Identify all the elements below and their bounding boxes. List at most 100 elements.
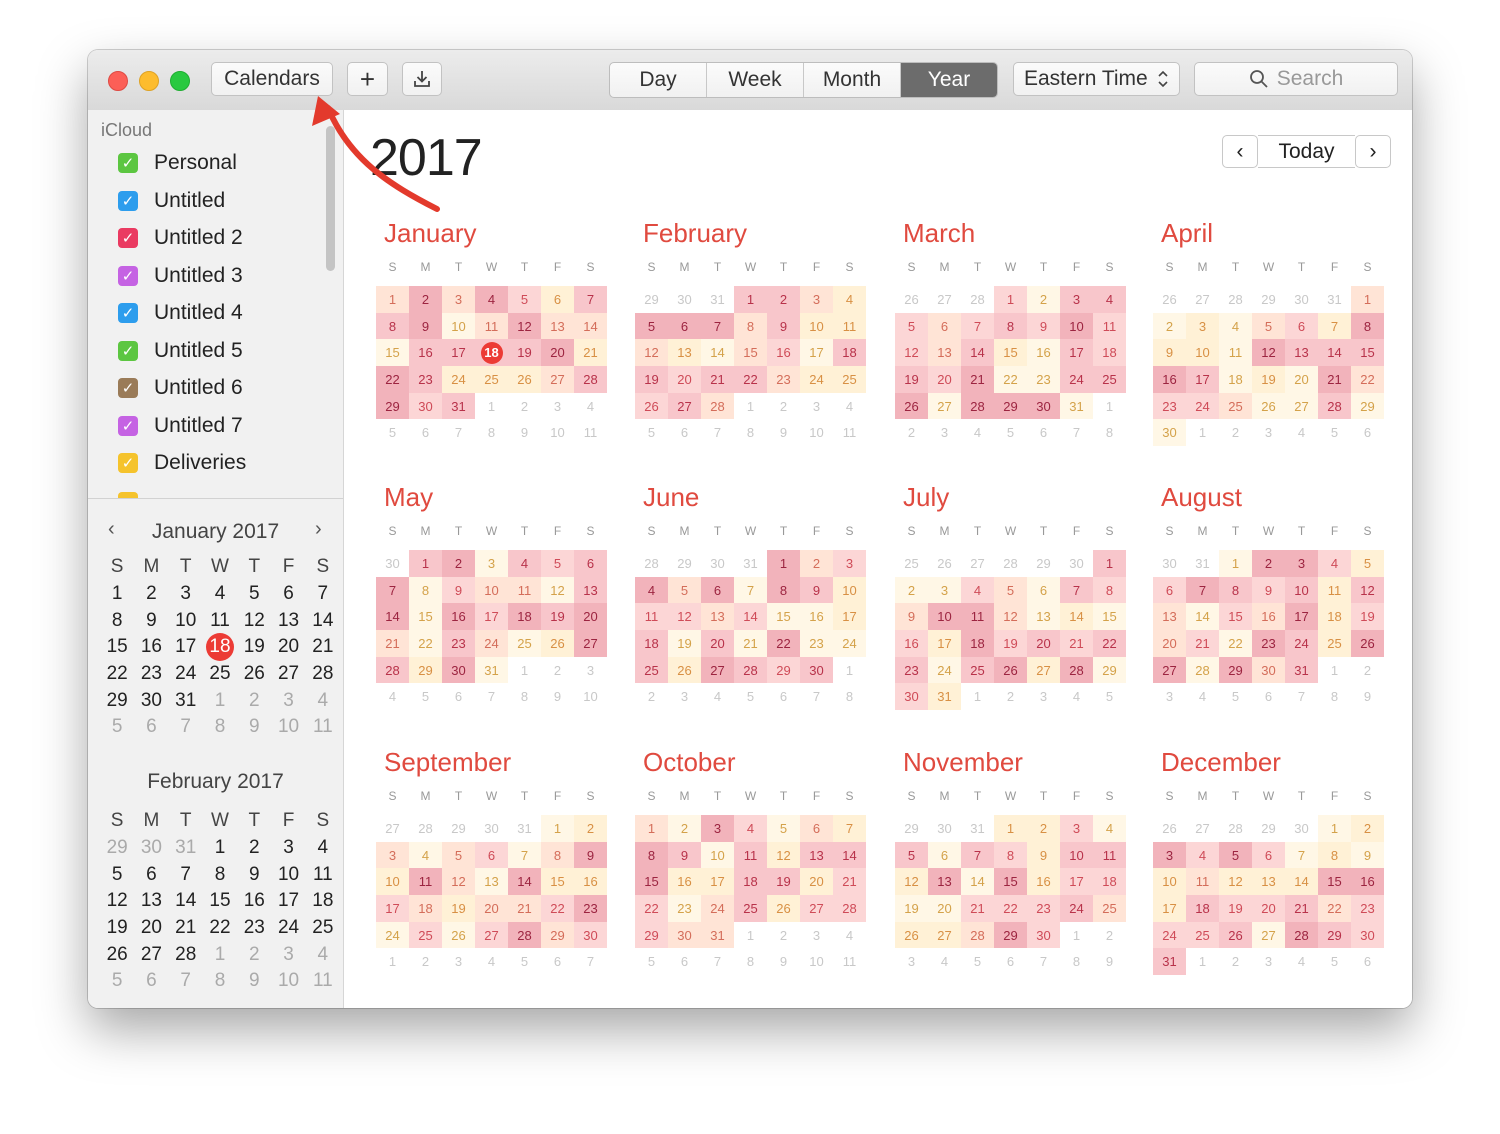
year-day[interactable]: 1 xyxy=(1318,657,1351,684)
mini-day[interactable]: 29 xyxy=(100,690,134,712)
year-day[interactable]: 16 xyxy=(767,339,800,367)
year-day[interactable]: 19 xyxy=(508,339,541,367)
year-day[interactable]: 13 xyxy=(1252,868,1285,896)
year-day[interactable]: 13 xyxy=(1153,603,1186,631)
year-day[interactable]: 23 xyxy=(1252,630,1285,657)
mini-day[interactable]: 18 xyxy=(306,890,340,912)
year-day[interactable]: 2 xyxy=(541,657,574,684)
year-day[interactable]: 23 xyxy=(1027,366,1060,393)
year-day[interactable]: 29 xyxy=(1351,392,1384,420)
month-september[interactable]: September S M T W T F S 27 28 29 30 31 1 2 3 4 5 6 7 8 9 10 11 1… xyxy=(376,747,608,975)
year-day[interactable]: 17 xyxy=(800,339,833,367)
year-day[interactable]: 27 xyxy=(475,921,508,949)
mini-day[interactable]: 4 xyxy=(306,690,340,712)
year-day[interactable]: 3 xyxy=(701,815,734,842)
year-day[interactable]: 5 xyxy=(541,550,574,577)
year-day[interactable]: 1 xyxy=(1186,419,1219,446)
year-day[interactable]: 30 xyxy=(1285,286,1318,313)
year-day[interactable]: 27 xyxy=(928,286,961,313)
year-day[interactable]: 15 xyxy=(409,603,442,631)
year-day[interactable]: 9 xyxy=(1351,841,1384,869)
year-day[interactable]: 29 xyxy=(1252,815,1285,842)
year-day[interactable]: 8 xyxy=(1318,683,1351,710)
year-day[interactable]: 12 xyxy=(541,576,574,604)
year-day[interactable]: 24 xyxy=(475,630,508,657)
mini-day[interactable]: 31 xyxy=(169,690,203,712)
mini-day[interactable]: 4 xyxy=(306,837,340,859)
year-day[interactable]: 8 xyxy=(1093,576,1126,604)
year-day[interactable]: 11 xyxy=(833,419,866,446)
year-day[interactable]: 1 xyxy=(734,922,767,949)
year-day[interactable]: 13 xyxy=(1027,603,1060,631)
year-day[interactable]: 22 xyxy=(409,630,442,657)
year-day[interactable]: 10 xyxy=(475,576,508,604)
add-event-button[interactable]: + xyxy=(347,62,388,96)
year-day[interactable]: 1 xyxy=(734,393,767,420)
year-day[interactable]: 4 xyxy=(833,393,866,420)
year-day[interactable]: 4 xyxy=(1093,286,1126,313)
year-day[interactable]: 26 xyxy=(1153,815,1186,842)
year-day[interactable]: 7 xyxy=(800,683,833,710)
mini-day[interactable]: 10 xyxy=(271,864,305,886)
year-day[interactable]: 26 xyxy=(508,366,541,393)
year-day[interactable]: 4 xyxy=(734,815,767,842)
year-day[interactable]: 23 xyxy=(409,366,442,393)
year-day[interactable]: 6 xyxy=(574,550,607,577)
year-day[interactable]: 13 xyxy=(800,841,833,869)
year-day[interactable]: 29 xyxy=(895,815,928,842)
mini-day[interactable]: 9 xyxy=(237,716,271,738)
year-day[interactable]: 30 xyxy=(701,550,734,577)
year-day[interactable]: 29 xyxy=(409,656,442,684)
mini-day[interactable]: 5 xyxy=(237,583,271,605)
mini-day[interactable]: 3 xyxy=(271,690,305,712)
year-day[interactable]: 1 xyxy=(1060,922,1093,949)
year-day[interactable]: 20 xyxy=(1153,630,1186,657)
year-day[interactable]: 31 xyxy=(701,286,734,313)
year-day[interactable]: 22 xyxy=(376,366,409,393)
year-day[interactable]: 2 xyxy=(1252,550,1285,577)
month-march[interactable]: March S M T W T F S 26 27 28 1 2 3 4 5 6 7 8 9 10 11 12 13 14 15 1… xyxy=(895,218,1127,446)
year-day[interactable]: 28 xyxy=(574,366,607,393)
year-day[interactable]: 6 xyxy=(668,419,701,446)
mini-day[interactable]: 11 xyxy=(306,970,340,992)
year-day[interactable]: 10 xyxy=(376,868,409,896)
year-day[interactable]: 11 xyxy=(475,312,508,340)
year-day[interactable]: 28 xyxy=(994,550,1027,577)
year-day[interactable]: 14 xyxy=(574,312,607,340)
year-day[interactable]: 7 xyxy=(701,312,734,340)
year-day[interactable]: 2 xyxy=(895,419,928,446)
mini-next-month-button[interactable]: › xyxy=(315,518,322,541)
year-day[interactable]: 27 xyxy=(541,366,574,393)
year-day[interactable]: 26 xyxy=(541,630,574,657)
year-day[interactable]: 9 xyxy=(442,576,475,604)
year-day[interactable]: 18 xyxy=(961,630,994,657)
year-day[interactable]: 21 xyxy=(1060,630,1093,657)
year-day[interactable]: 7 xyxy=(508,841,541,869)
year-day[interactable]: 27 xyxy=(701,656,734,684)
year-day[interactable]: 3 xyxy=(1285,550,1318,577)
year-day[interactable]: 4 xyxy=(1318,550,1351,577)
year-day[interactable]: 5 xyxy=(635,312,668,340)
month-july[interactable]: July S M T W T F S 25 26 27 28 29 30 1 2 3 4 5 6 7 8 9 10 11 12 13… xyxy=(895,482,1127,711)
year-day[interactable]: 28 xyxy=(961,286,994,313)
year-day[interactable]: 17 xyxy=(833,603,866,631)
year-day[interactable]: 30 xyxy=(376,550,409,577)
year-day[interactable]: 7 xyxy=(1027,948,1060,975)
mini-day[interactable]: 19 xyxy=(100,917,134,939)
calendar-item[interactable]: ✓ Untitled 2 xyxy=(118,223,243,253)
year-day[interactable]: 9 xyxy=(767,419,800,446)
year-day[interactable]: 2 xyxy=(668,815,701,842)
year-day[interactable]: 29 xyxy=(635,921,668,949)
mini-day[interactable]: 20 xyxy=(271,636,305,658)
year-day[interactable]: 12 xyxy=(767,841,800,869)
mini-day[interactable]: 12 xyxy=(100,890,134,912)
year-day[interactable]: 23 xyxy=(1351,895,1384,922)
year-day[interactable]: 5 xyxy=(508,286,541,313)
mini-day[interactable]: 18 xyxy=(203,633,237,662)
mini-day[interactable]: 8 xyxy=(203,970,237,992)
year-day[interactable]: 3 xyxy=(442,286,475,313)
year-day[interactable]: 4 xyxy=(701,683,734,710)
year-day[interactable]: 10 xyxy=(1060,841,1093,869)
year-day[interactable]: 30 xyxy=(475,815,508,842)
year-day[interactable]: 28 xyxy=(833,895,866,922)
